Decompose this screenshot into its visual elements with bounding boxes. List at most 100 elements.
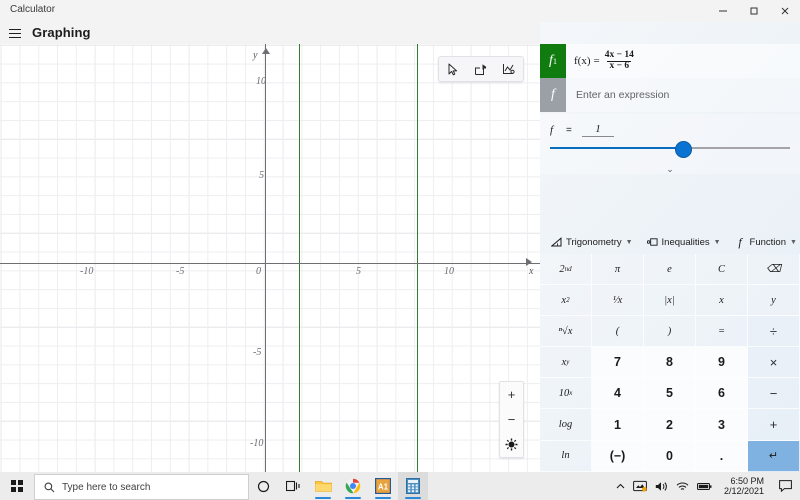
network-button[interactable] bbox=[676, 481, 689, 492]
x-variable-key[interactable]: x bbox=[696, 285, 748, 317]
windows-start-icon bbox=[11, 480, 23, 492]
share-tool-button[interactable] bbox=[467, 58, 495, 80]
category-inequalities[interactable]: Inequalities ▼ bbox=[644, 235, 724, 250]
clear-key[interactable]: C bbox=[696, 254, 748, 286]
function-curve-branch-1 bbox=[299, 44, 300, 472]
minimize-button[interactable] bbox=[707, 0, 738, 22]
function-color-chip-empty[interactable]: f bbox=[540, 78, 566, 112]
absolute-value-key[interactable]: |x| bbox=[644, 285, 696, 317]
close-button[interactable] bbox=[769, 0, 800, 22]
nth-root-key[interactable]: ⁿ√x bbox=[540, 316, 592, 348]
zero-key[interactable]: 0 bbox=[644, 440, 696, 472]
open-paren-key[interactable]: ( bbox=[592, 316, 644, 348]
key-label: x bbox=[719, 294, 724, 306]
task-view-button[interactable] bbox=[278, 472, 308, 500]
key-label: ( bbox=[615, 325, 620, 337]
hamburger-menu-icon[interactable] bbox=[4, 23, 26, 43]
onedrive-button[interactable] bbox=[633, 480, 647, 492]
four-key[interactable]: 4 bbox=[592, 378, 644, 410]
show-hidden-icons-button[interactable] bbox=[616, 482, 625, 491]
file-explorer-button[interactable] bbox=[308, 472, 338, 500]
pi-key[interactable]: π bbox=[592, 254, 644, 286]
chrome-button[interactable] bbox=[338, 472, 368, 500]
six-key[interactable]: 6 bbox=[696, 378, 748, 410]
expression-placeholder[interactable]: Enter an expression bbox=[576, 89, 669, 101]
category-function[interactable]: f Function ▼ bbox=[732, 235, 800, 250]
two-key[interactable]: 2 bbox=[644, 409, 696, 441]
equals-key[interactable]: = bbox=[696, 316, 748, 348]
nine-key[interactable]: 9 bbox=[696, 347, 748, 379]
log-key[interactable]: log bbox=[540, 409, 592, 441]
key-label: e bbox=[667, 263, 672, 275]
x-axis bbox=[0, 263, 540, 264]
action-center-icon bbox=[778, 480, 792, 492]
start-button[interactable] bbox=[0, 472, 34, 500]
calculator-button[interactable] bbox=[398, 472, 428, 500]
zoom-controls: + − bbox=[499, 381, 524, 458]
add-key[interactable]: + bbox=[748, 409, 800, 441]
cortana-button[interactable] bbox=[248, 472, 278, 500]
function-row-empty[interactable]: f Enter an expression bbox=[540, 78, 800, 112]
reset-view-button[interactable] bbox=[500, 432, 523, 457]
second-key[interactable]: 2nd bbox=[540, 254, 592, 286]
square-key[interactable]: x2 bbox=[540, 285, 592, 317]
euler-key[interactable]: e bbox=[644, 254, 696, 286]
key-label: 1 bbox=[614, 417, 621, 432]
key-label: ) bbox=[667, 325, 672, 337]
reciprocal-key[interactable]: ¹⁄x bbox=[592, 285, 644, 317]
slider-expand-chevron-down-icon[interactable]: ⌄ bbox=[540, 164, 800, 175]
key-label: 9 bbox=[718, 355, 725, 370]
function-color-chip[interactable]: f1 bbox=[540, 44, 566, 78]
window-controls bbox=[707, 0, 800, 22]
volume-button[interactable] bbox=[655, 481, 668, 492]
y-tick-label: 5 bbox=[259, 170, 264, 181]
graph-settings-tool-button[interactable] bbox=[495, 58, 523, 80]
action-center-button[interactable] bbox=[776, 480, 794, 492]
ln-key[interactable]: ln bbox=[540, 440, 592, 472]
enter-key[interactable]: ↵ bbox=[748, 440, 800, 472]
subtract-key[interactable]: − bbox=[748, 378, 800, 410]
function-equals: = bbox=[593, 55, 600, 67]
maximize-icon bbox=[750, 7, 757, 15]
zoom-out-button[interactable]: − bbox=[500, 407, 523, 432]
variable-slider-panel: f = 1 ⌄ bbox=[540, 114, 800, 174]
close-paren-key[interactable]: ) bbox=[644, 316, 696, 348]
one-key[interactable]: 1 bbox=[592, 409, 644, 441]
function-expression[interactable]: f(x) = 4x − 14 x − 6 bbox=[574, 50, 636, 72]
backspace-key[interactable]: ⌫ bbox=[748, 254, 800, 286]
x-tick-label: -10 bbox=[80, 266, 94, 277]
ten-power-key[interactable]: 10 x bbox=[540, 378, 592, 410]
divide-key[interactable]: ÷ bbox=[748, 316, 800, 348]
key-label: 7 bbox=[614, 355, 621, 370]
category-label: Inequalities bbox=[661, 236, 710, 248]
eight-key[interactable]: 8 bbox=[644, 347, 696, 379]
function-row[interactable]: f1 f(x) = 4x − 14 x − 6 bbox=[540, 44, 800, 78]
category-trigonometry[interactable]: Trigonometry ▼ bbox=[548, 235, 636, 250]
five-key[interactable]: 5 bbox=[644, 378, 696, 410]
negate-key[interactable]: (−) bbox=[592, 440, 644, 472]
power-key[interactable]: xy bbox=[540, 347, 592, 379]
key-superscript: x bbox=[569, 389, 573, 398]
multiply-key[interactable]: × bbox=[748, 347, 800, 379]
key-superscript: 2 bbox=[566, 296, 570, 305]
slider-value-field[interactable]: 1 bbox=[582, 123, 614, 137]
a1-app-button[interactable]: A1 bbox=[368, 472, 398, 500]
maximize-button[interactable] bbox=[738, 0, 769, 22]
y-variable-key[interactable]: y bbox=[748, 285, 800, 317]
three-key[interactable]: 3 bbox=[696, 409, 748, 441]
seven-key[interactable]: 7 bbox=[592, 347, 644, 379]
zoom-in-button[interactable]: + bbox=[500, 382, 523, 407]
decimal-key[interactable]: . bbox=[696, 440, 748, 472]
key-label: y bbox=[771, 294, 776, 306]
graph-canvas[interactable]: x y -10 -5 0 5 10 10 5 -5 -10 + − bbox=[0, 44, 540, 472]
slider-track[interactable] bbox=[550, 147, 790, 149]
slider-thumb[interactable] bbox=[675, 140, 693, 158]
pointer-tool-button[interactable] bbox=[439, 58, 467, 80]
svg-text:A1: A1 bbox=[378, 483, 389, 492]
key-label: C bbox=[717, 263, 725, 275]
search-input[interactable]: Type here to search bbox=[34, 474, 249, 500]
title-bar: Calculator bbox=[0, 0, 800, 22]
y-tick-label: -5 bbox=[253, 347, 262, 358]
clock[interactable]: 6:50 PM 2/12/2021 bbox=[720, 476, 768, 497]
battery-button[interactable] bbox=[696, 482, 712, 491]
